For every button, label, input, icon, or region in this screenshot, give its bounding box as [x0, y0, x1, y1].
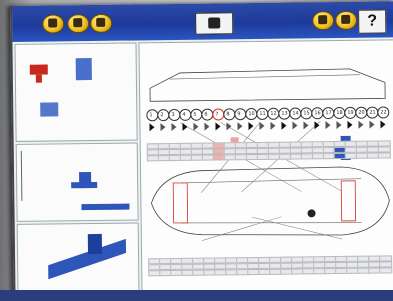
measurement-diagram: 1 2 3 4 5 6 7 8 9 10 11 12 13 14 15 16 17 18 19 20 21 22 — [138, 39, 393, 295]
direction-chevron-icon — [171, 122, 177, 132]
direction-chevron-icon — [358, 120, 364, 129]
direction-chevron-icon — [204, 122, 210, 131]
car-icon[interactable] — [67, 14, 90, 34]
column-number: 20 — [358, 109, 365, 116]
preview-pane — [16, 222, 140, 296]
direction-chevron-icon — [325, 121, 331, 130]
column-number: 9 — [237, 111, 241, 118]
settings-icon[interactable] — [335, 10, 358, 31]
column-number: 2 — [160, 112, 164, 119]
value-cell — [377, 152, 391, 159]
gear-icon[interactable] — [42, 14, 65, 34]
column-number: 7 — [215, 111, 219, 118]
column-number: 4 — [182, 111, 186, 118]
direction-chevron-icon — [193, 122, 199, 131]
column-number: 12 — [270, 110, 277, 117]
fixture-3d — [87, 233, 103, 255]
value-cell — [379, 267, 393, 274]
direction-chevron-icon — [259, 121, 265, 130]
column-number: 13 — [281, 110, 288, 117]
column-number: 18 — [336, 109, 343, 117]
direction-chevron-icon — [149, 123, 155, 132]
column-number: 14 — [292, 110, 299, 117]
rail-bar[interactable] — [81, 203, 130, 211]
bracket-icon[interactable] — [40, 102, 59, 117]
column-number: 11 — [259, 110, 266, 117]
direction-chevron-icon — [314, 121, 320, 130]
direction-chevron-icon — [160, 123, 166, 132]
column-number: 1 — [149, 112, 153, 119]
column-number: 3 — [171, 111, 175, 119]
direction-chevron-icon — [237, 122, 243, 131]
direction-chevron-icon — [281, 121, 287, 130]
column-number: 19 — [347, 109, 354, 116]
direction-chevron-icon — [303, 121, 309, 130]
column-number: 15 — [303, 110, 310, 117]
column-number: 17 — [325, 110, 332, 117]
column-number: 5 — [193, 111, 197, 118]
clamp-tool-stem — [35, 74, 42, 83]
direction-chevron-icon — [347, 120, 353, 129]
taskbar — [0, 290, 393, 301]
main-toolbar: ? — [11, 1, 393, 42]
direction-chevron-icon — [380, 120, 386, 129]
direction-chevron-icon — [369, 120, 375, 129]
column-marker[interactable]: 22 — [377, 106, 390, 119]
part-base — [71, 181, 98, 189]
check-icon[interactable] — [312, 11, 335, 31]
column-number: 21 — [369, 109, 376, 116]
direction-chevron-icon — [215, 122, 221, 131]
direction-chevron-icon — [226, 122, 232, 131]
direction-chevron-icon — [248, 122, 254, 131]
value-grid — [146, 140, 393, 163]
direction-chevron-icon — [292, 121, 298, 130]
direction-chevron-icon — [182, 122, 188, 131]
fixture-icon[interactable] — [75, 58, 92, 81]
photo-background: ? 1 2 3 4 5 6 7 8 9 10 11 12 13 14 15 16… — [0, 0, 393, 301]
clamp-tool-icon[interactable] — [29, 64, 48, 75]
column-number: 10 — [248, 111, 255, 118]
app-window: ? 1 2 3 4 5 6 7 8 9 10 11 12 13 14 15 16… — [10, 1, 393, 296]
direction-chevron-icon — [336, 120, 342, 130]
column-number: 8 — [226, 111, 230, 118]
center-tool-button[interactable] — [195, 12, 234, 35]
measure-icon[interactable] — [90, 13, 113, 34]
direction-chevron-icon — [270, 121, 276, 130]
column-number: 6 — [204, 111, 208, 118]
value-grid-bottom — [148, 255, 393, 278]
parts-pane — [15, 142, 139, 222]
column-number: 16 — [314, 110, 321, 117]
column-number: 22 — [380, 109, 387, 116]
measurement-columns: 1 2 3 4 5 6 7 8 9 10 11 12 13 14 15 16 17 18 19 20 21 22 — [146, 106, 392, 133]
tools-pane — [14, 42, 138, 142]
parts-list — [20, 150, 53, 201]
help-button[interactable]: ? — [358, 9, 387, 34]
